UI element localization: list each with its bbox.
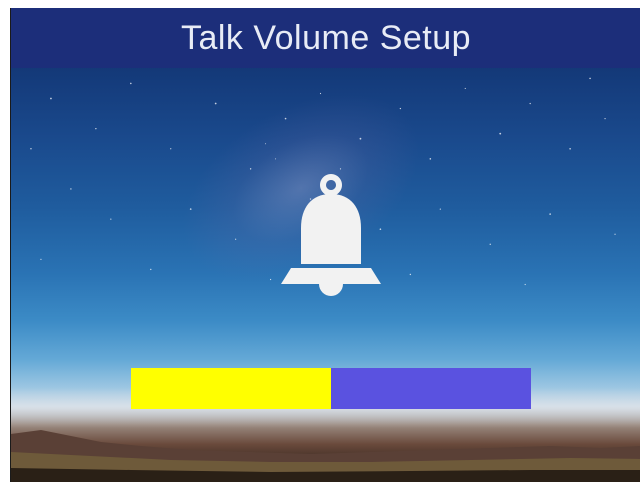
title-bar: Talk Volume Setup — [11, 8, 640, 68]
volume-slider[interactable] — [131, 368, 531, 409]
device-screen: Talk Volume Setup — [0, 0, 640, 484]
background-night-sky: Talk Volume Setup — [10, 8, 640, 482]
volume-level-fill — [131, 368, 331, 409]
page-title: Talk Volume Setup — [180, 18, 472, 57]
bell-icon — [281, 174, 381, 296]
mountain-silhouette — [11, 430, 640, 482]
